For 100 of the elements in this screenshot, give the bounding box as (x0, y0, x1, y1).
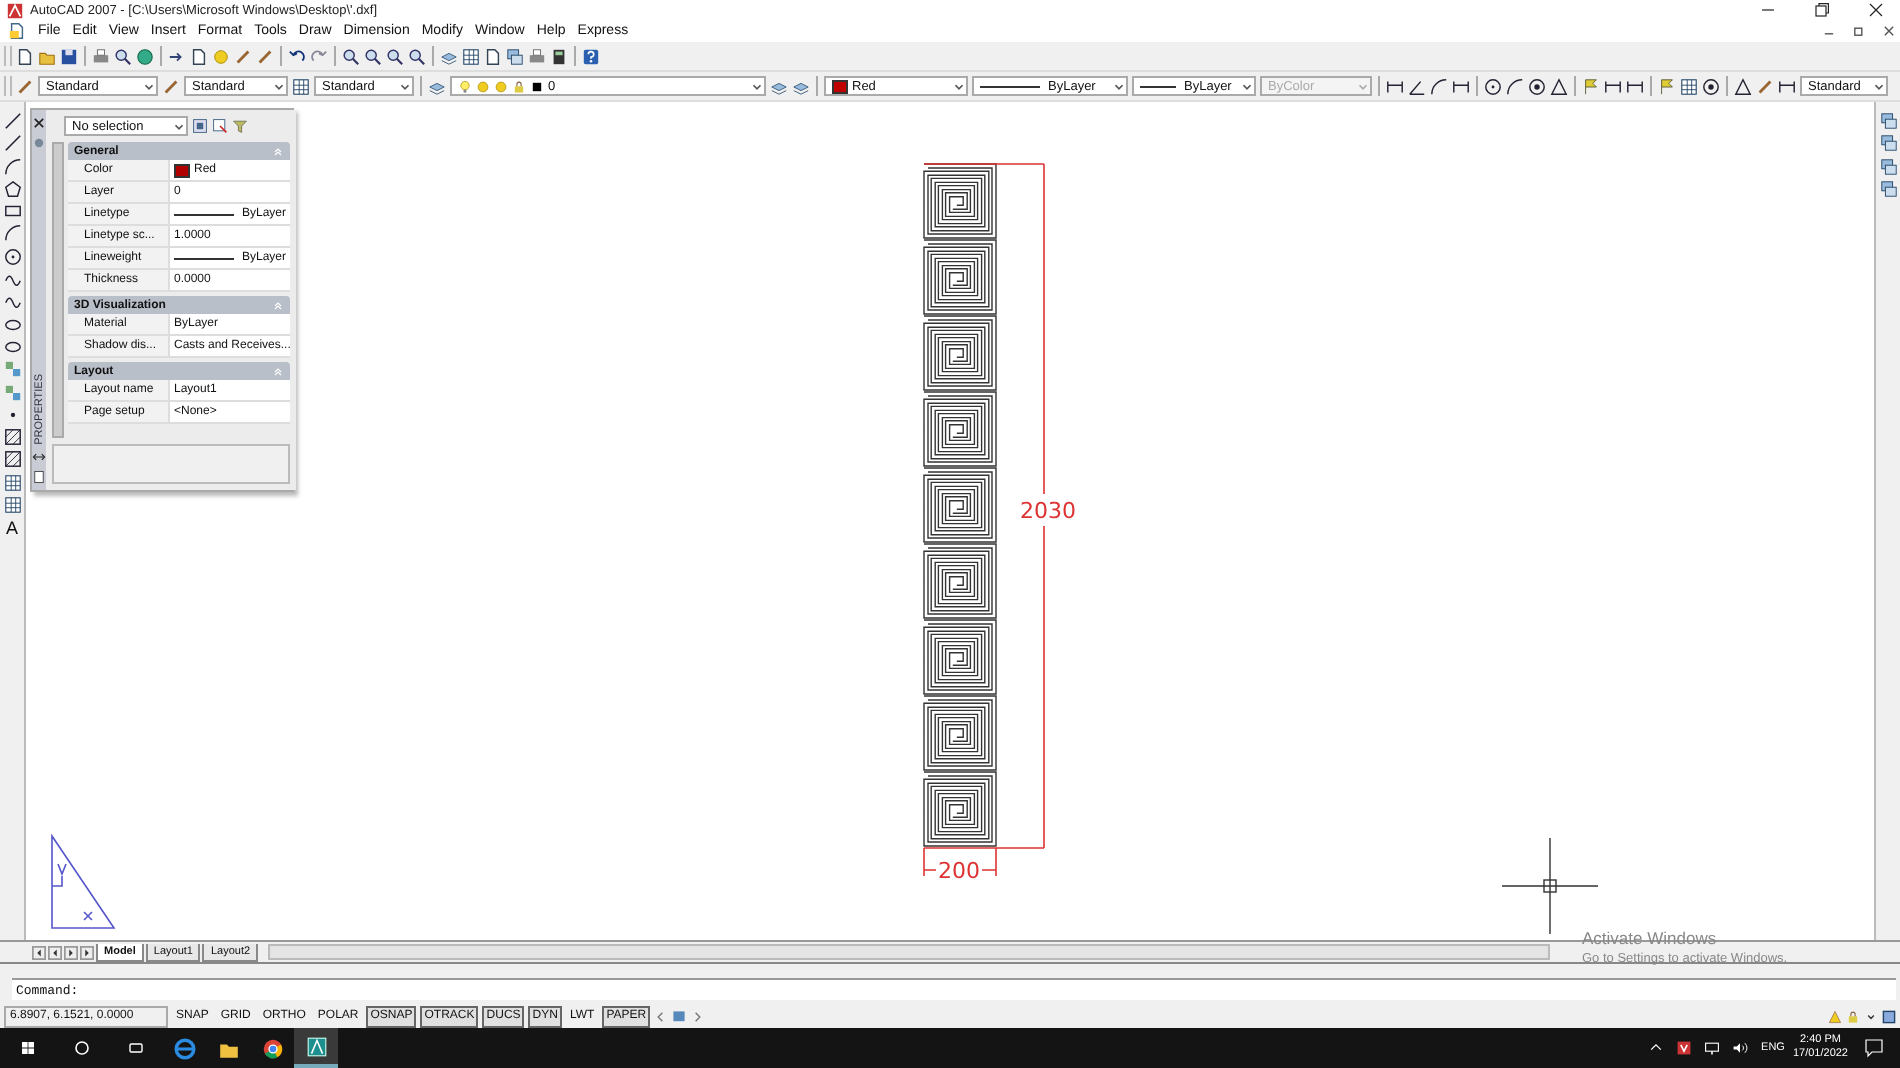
triangle-icon[interactable] (1550, 77, 1568, 95)
arc-icon[interactable] (1506, 77, 1524, 95)
close-icon[interactable] (32, 116, 46, 130)
table-icon[interactable] (3, 473, 21, 492)
undo-arrow-icon[interactable] (288, 47, 306, 65)
caret-icon (1112, 79, 1126, 93)
hatch-icon[interactable] (3, 450, 21, 469)
task-view-icon[interactable] (126, 1038, 146, 1058)
rectangle-icon[interactable] (3, 202, 21, 221)
table-icon[interactable] (292, 77, 310, 95)
ucs-icon (51, 835, 116, 929)
arc-icon[interactable] (3, 157, 21, 176)
pencil-icon[interactable] (1756, 77, 1774, 95)
circle-icon[interactable] (3, 247, 21, 266)
warning-icon[interactable] (1828, 1009, 1842, 1023)
tab-scroll-icon[interactable] (64, 945, 78, 959)
speaker-icon[interactable] (1731, 1040, 1748, 1056)
arrow-icon[interactable] (168, 47, 186, 65)
tab-scroll-icon[interactable] (32, 945, 46, 959)
round-logo-icon (261, 1037, 283, 1059)
magnifier-icon[interactable] (342, 47, 360, 65)
table-icon[interactable] (462, 47, 480, 65)
caret-icon (750, 79, 764, 93)
printer-icon[interactable] (92, 47, 110, 65)
circle-icon[interactable] (1484, 77, 1502, 95)
toggle-icon[interactable] (192, 118, 208, 134)
layers-icon[interactable] (440, 47, 458, 65)
app-tile-icon (305, 1035, 327, 1057)
calculator-icon[interactable] (550, 47, 568, 65)
list-icon[interactable] (32, 470, 46, 484)
bulb-icon (458, 79, 472, 93)
tab-scroll-icon[interactable] (80, 945, 94, 959)
line-icon[interactable] (3, 112, 21, 130)
magnifier-icon[interactable] (364, 47, 382, 65)
search-icon[interactable] (72, 1038, 92, 1058)
line-icon[interactable] (3, 134, 21, 153)
padlock-icon[interactable] (1846, 1009, 1860, 1023)
notification-icon[interactable] (1864, 1038, 1884, 1058)
windows-logo-icon[interactable] (18, 1038, 38, 1058)
document-icon[interactable] (8, 22, 26, 40)
funnel-icon[interactable] (232, 118, 248, 134)
window-icon[interactable] (1882, 1009, 1896, 1023)
caret-icon (142, 79, 156, 93)
help-icon[interactable] (582, 47, 600, 65)
taskbar-app[interactable] (294, 1028, 338, 1068)
magnifier-icon[interactable] (386, 47, 404, 65)
close-icon[interactable] (1866, 0, 1886, 20)
meander-pattern-drawing (923, 163, 997, 239)
restore-icon[interactable] (1812, 0, 1832, 20)
select-objects-icon[interactable] (212, 118, 228, 134)
arc-icon[interactable] (3, 224, 21, 243)
dimension-icon[interactable] (1452, 77, 1470, 95)
table-icon[interactable] (3, 496, 21, 515)
tab-scroll-icon[interactable] (48, 945, 62, 959)
monitor-icon[interactable] (672, 1009, 687, 1023)
line-sample (174, 257, 234, 259)
text-tool[interactable]: A (5, 518, 18, 539)
square-icon (530, 79, 544, 93)
caret-icon (272, 79, 286, 93)
dimension-icon[interactable] (1386, 77, 1404, 95)
pentagon-icon[interactable] (3, 179, 21, 198)
printer-icon[interactable] (528, 47, 546, 65)
pencil-icon[interactable] (16, 77, 34, 95)
v-badge-icon[interactable] (1675, 1040, 1692, 1056)
magnifier-icon[interactable] (408, 47, 426, 65)
magnifier-icon[interactable] (114, 47, 132, 65)
document-icon[interactable] (16, 47, 34, 65)
chevron-up-icon[interactable] (1647, 1040, 1664, 1056)
angle-icon[interactable] (1408, 77, 1426, 95)
dimension-icon[interactable] (1626, 77, 1644, 95)
dimension-icon[interactable] (1604, 77, 1622, 95)
scrollbar[interactable] (268, 944, 1550, 960)
pencil-icon[interactable] (162, 77, 180, 95)
caret-icon[interactable] (1864, 1009, 1878, 1023)
close-icon[interactable] (1882, 24, 1896, 38)
meander-pattern-drawing (923, 391, 997, 467)
document-icon[interactable] (484, 47, 502, 65)
globe-icon[interactable] (136, 47, 154, 65)
meander-pattern-drawing (923, 543, 997, 619)
window-stack-icon[interactable] (506, 47, 524, 65)
scrollbar[interactable] (52, 142, 64, 438)
meander-pattern-drawing (923, 467, 997, 543)
collapse-icon (272, 145, 285, 157)
hatch-icon[interactable] (3, 428, 21, 447)
arc-icon[interactable] (1430, 77, 1448, 95)
target-icon[interactable] (1702, 77, 1720, 95)
layers-icon[interactable] (428, 77, 446, 95)
target-icon[interactable] (1528, 77, 1546, 95)
document-icon[interactable] (190, 47, 208, 65)
table-icon[interactable] (1680, 77, 1698, 95)
caret-icon (1240, 79, 1254, 93)
meander-pattern-drawing (923, 695, 997, 771)
layers-icon[interactable] (770, 77, 788, 95)
dimension-icon[interactable] (1778, 77, 1796, 95)
triangle-icon[interactable] (1734, 77, 1752, 95)
arrows-icon[interactable] (32, 450, 46, 464)
network-icon[interactable] (1703, 1040, 1720, 1056)
layers-icon[interactable] (792, 77, 810, 95)
flag-icon[interactable] (1582, 77, 1600, 95)
flag-icon[interactable] (1658, 77, 1676, 95)
